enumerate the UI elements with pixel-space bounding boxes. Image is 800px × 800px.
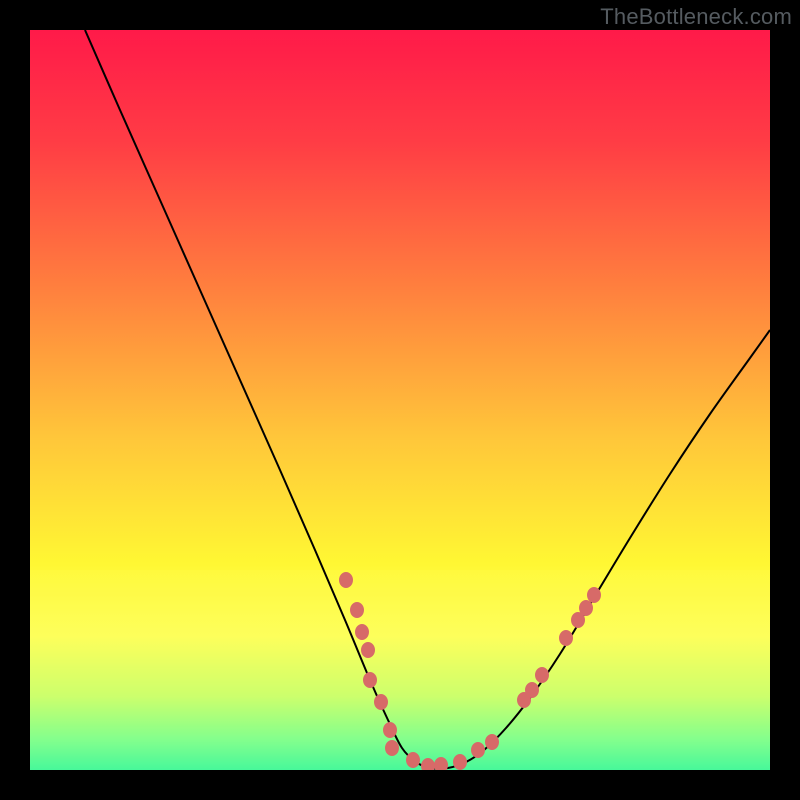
watermark-label: TheBottleneck.com xyxy=(600,4,792,30)
chart-frame: TheBottleneck.com xyxy=(0,0,800,800)
data-dot xyxy=(535,667,549,683)
data-dot xyxy=(406,752,420,768)
data-dot xyxy=(525,682,539,698)
data-dot xyxy=(350,602,364,618)
data-dot xyxy=(385,740,399,756)
data-dot xyxy=(559,630,573,646)
data-dot xyxy=(485,734,499,750)
data-dot xyxy=(579,600,593,616)
data-dot xyxy=(587,587,601,603)
plot-area xyxy=(30,30,770,770)
data-dot xyxy=(361,642,375,658)
data-dot xyxy=(471,742,485,758)
highlight-band xyxy=(30,570,770,770)
data-dot xyxy=(363,672,377,688)
data-dot xyxy=(383,722,397,738)
data-dot xyxy=(355,624,369,640)
data-dot xyxy=(339,572,353,588)
data-dot xyxy=(374,694,388,710)
chart-svg xyxy=(30,30,770,770)
data-dot xyxy=(453,754,467,770)
